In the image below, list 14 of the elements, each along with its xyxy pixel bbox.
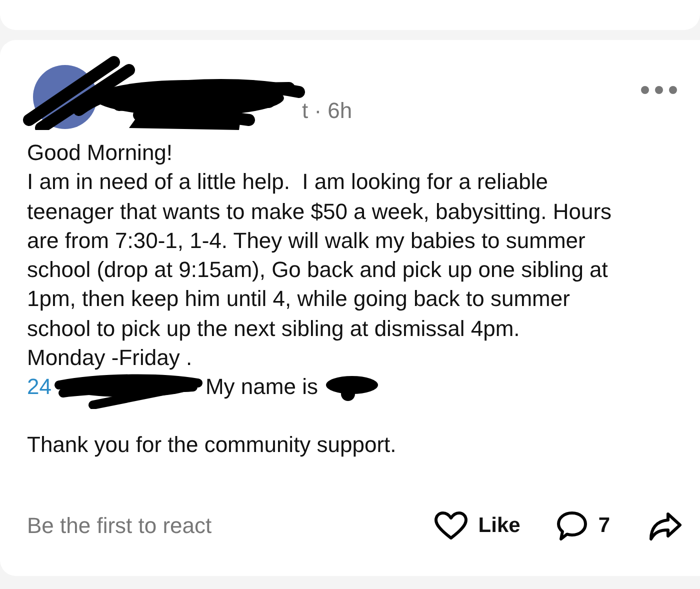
like-button[interactable]: Like	[434, 511, 520, 541]
reactions-summary: Be the first to react	[27, 513, 213, 539]
post-text: Monday -Friday .	[27, 344, 194, 372]
more-options-icon[interactable]	[640, 85, 678, 95]
speech-bubble-icon	[556, 510, 588, 542]
comment-button[interactable]: 7	[556, 510, 610, 542]
post-text: I am in need of a little help. I am looking for a reliable teenager that wants to make $50 a week, babysitting. Hours are from 7:30-1, 1-4. They will walk my babies to summer school (drop at 9:15am), Go back and pick up one sibling at 1pm, then keep him until 4, while going back to summer school to pick up the next sibling at dismissal 4pm.	[27, 168, 613, 343]
post-text: My name is	[205, 373, 318, 402]
post-text: Good Morning!	[27, 139, 174, 167]
share-icon[interactable]	[648, 511, 682, 541]
heart-icon	[434, 511, 468, 541]
post-timestamp: t · 6h	[302, 98, 352, 124]
phone-link[interactable]: 24	[27, 372, 52, 402]
post-text: Thank you for the community support.	[27, 431, 398, 460]
